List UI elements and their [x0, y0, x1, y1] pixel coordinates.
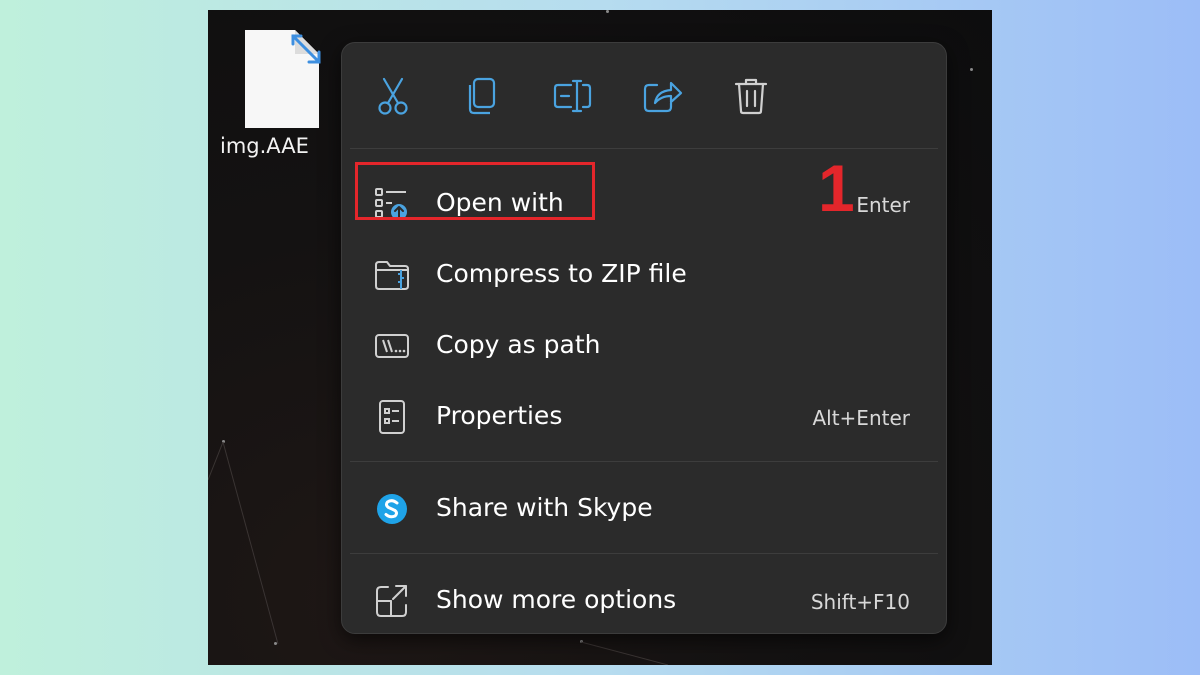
menu-item-label: Share with Skype: [436, 493, 653, 522]
menu-item-label: Show more options: [436, 585, 677, 614]
path-icon: [375, 334, 409, 358]
menu-item-shortcut: Enter: [856, 193, 910, 217]
desktop-screen: img.AAE Open with Enter Compress to ZIP …: [208, 10, 992, 665]
share-icon: [643, 81, 683, 113]
menu-item-shortcut: Shift+F10: [810, 590, 910, 614]
file-name-label: img.AAE: [220, 134, 309, 158]
properties-icon: [379, 400, 405, 434]
menu-item-share-skype[interactable]: Share with Skype: [350, 477, 938, 539]
delete-button[interactable]: [728, 73, 774, 119]
more-options-icon: [376, 585, 407, 617]
step-number-annotation: 1: [818, 151, 855, 225]
menu-item-properties[interactable]: Properties Alt+Enter: [350, 385, 938, 447]
menu-item-shortcut: Alt+Enter: [812, 406, 910, 430]
menu-item-label: Copy as path: [436, 330, 601, 359]
menu-item-label: Compress to ZIP file: [436, 259, 687, 288]
context-menu: Open with Enter Compress to ZIP file Cop…: [341, 42, 947, 634]
copy-icon: [468, 77, 496, 115]
cut-button[interactable]: [370, 73, 416, 119]
aae-file-icon[interactable]: [243, 22, 323, 132]
menu-item-show-more-options[interactable]: Show more options Shift+F10: [350, 569, 938, 631]
context-toolbar: [342, 43, 946, 148]
menu-separator: [350, 148, 938, 149]
rename-icon: [553, 79, 592, 113]
open-with-highlight-box: [355, 162, 595, 220]
copy-button[interactable]: [460, 73, 506, 119]
menu-separator: [350, 553, 938, 554]
share-button[interactable]: [639, 73, 685, 119]
skype-icon: [377, 494, 407, 524]
menu-item-copy-as-path[interactable]: Copy as path: [350, 314, 938, 376]
scissors-icon: [378, 77, 408, 115]
menu-item-label: Properties: [436, 401, 563, 430]
rename-button[interactable]: [549, 73, 595, 119]
menu-item-compress-zip[interactable]: Compress to ZIP file: [350, 243, 938, 305]
trash-icon: [734, 78, 768, 115]
menu-separator: [350, 461, 938, 462]
zip-folder-icon: [375, 261, 409, 290]
